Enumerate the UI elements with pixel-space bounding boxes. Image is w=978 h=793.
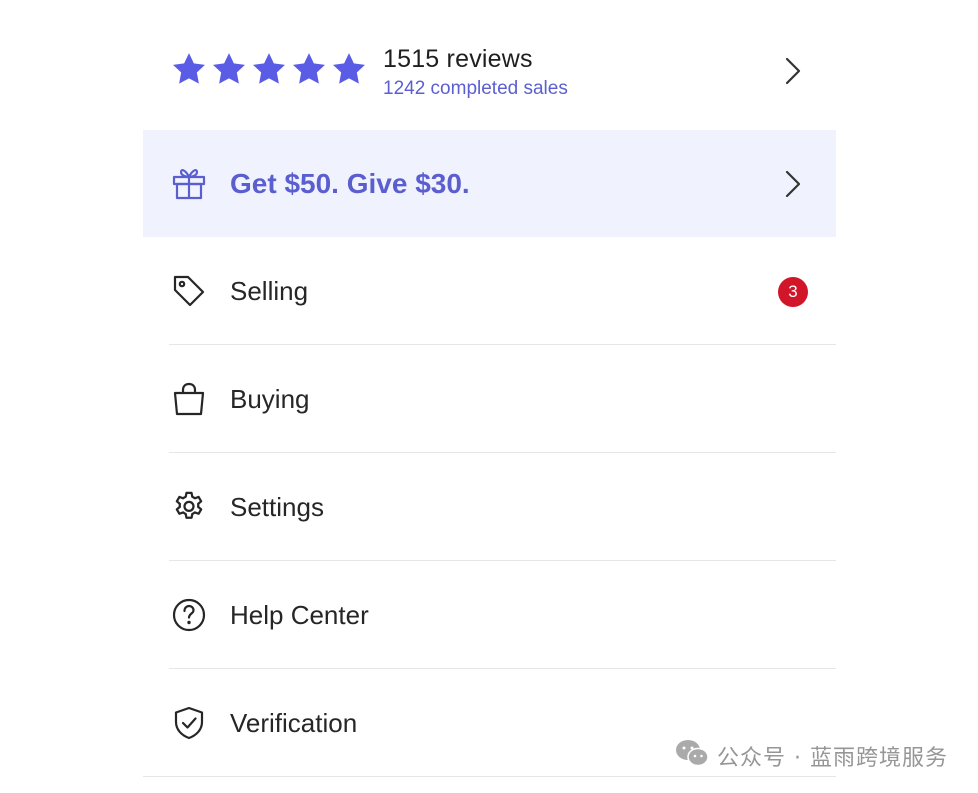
star-icon	[171, 52, 207, 86]
menu-item-label: Buying	[230, 384, 310, 414]
menu-item-buying[interactable]: Buying	[143, 345, 836, 453]
menu-item-label: Verification	[230, 708, 358, 738]
shopping-bag-icon	[171, 381, 207, 417]
completed-sales: 1242 completed sales	[383, 78, 568, 99]
chevron-right-icon	[784, 56, 802, 86]
question-circle-icon	[171, 597, 207, 633]
tag-icon	[171, 273, 207, 309]
watermark-text: 公众号 · 蓝雨跨境服务	[717, 745, 948, 771]
gift-icon	[171, 165, 207, 206]
menu-item-selling[interactable]: Selling 3	[143, 237, 836, 345]
star-icon	[291, 52, 327, 86]
divider	[143, 776, 836, 777]
referral-promo-label: Get $50. Give $30.	[230, 168, 470, 199]
star-icon	[211, 52, 247, 86]
gear-icon	[171, 489, 207, 525]
menu-list: Selling 3 Buying Settings Help Center Ve…	[143, 237, 836, 777]
chevron-right-icon	[784, 169, 802, 199]
rating-summary: 1515 reviews 1242 completed sales	[383, 44, 568, 102]
referral-promo-row[interactable]: Get $50. Give $30.	[143, 130, 836, 237]
menu-item-label: Help Center	[230, 600, 369, 630]
menu-item-settings[interactable]: Settings	[143, 453, 836, 561]
reviews-count: 1515 reviews	[383, 45, 533, 73]
star-icon	[251, 52, 287, 86]
watermark: 公众号 · 蓝雨跨境服务	[675, 738, 948, 773]
shield-check-icon	[171, 705, 207, 741]
account-menu-panel: 1515 reviews 1242 completed sales Get $5…	[143, 0, 836, 793]
star-icon	[331, 52, 367, 86]
notification-badge: 3	[778, 277, 808, 307]
ratings-row[interactable]: 1515 reviews 1242 completed sales	[143, 0, 836, 130]
page: 1515 reviews 1242 completed sales Get $5…	[0, 0, 978, 793]
menu-item-label: Selling	[230, 276, 309, 306]
star-rating	[171, 52, 367, 86]
wechat-icon	[675, 738, 709, 773]
menu-item-label: Settings	[230, 492, 324, 522]
menu-item-help-center[interactable]: Help Center	[143, 561, 836, 669]
